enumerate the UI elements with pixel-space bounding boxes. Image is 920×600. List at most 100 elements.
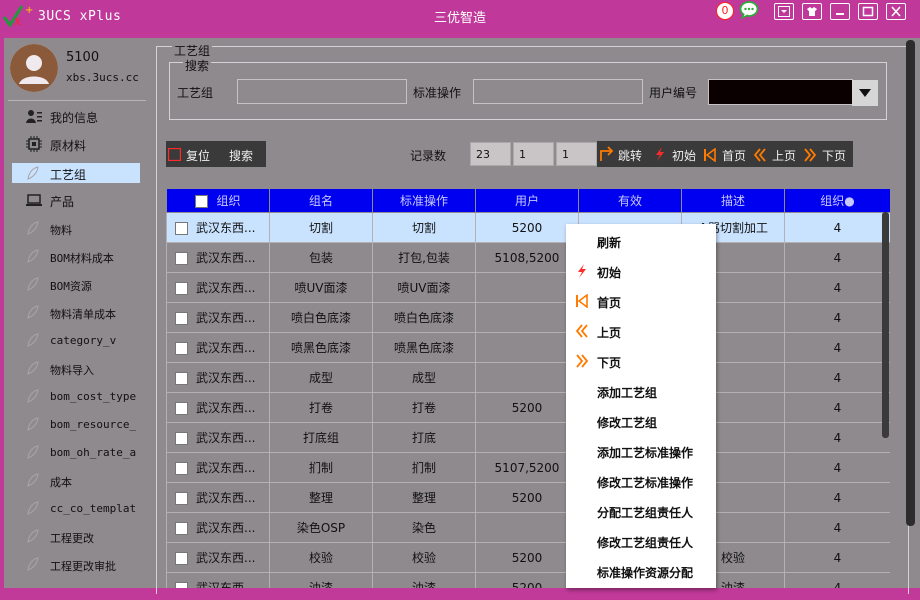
row-checkbox[interactable] <box>175 552 188 565</box>
cell-user[interactable] <box>475 422 579 453</box>
cell-user[interactable]: 5200 <box>475 482 579 513</box>
row-checkbox[interactable] <box>175 372 188 385</box>
context-menu-item[interactable]: 分配工艺组责任人 <box>566 496 716 526</box>
user-no-dropdown-button[interactable] <box>852 80 878 106</box>
cell-std-op[interactable]: 成型 <box>372 362 476 393</box>
cell-user[interactable] <box>475 512 579 543</box>
sidebar-item-engineering-change-approval[interactable]: 工程更改审批 <box>12 554 140 574</box>
cell-group-name[interactable]: 油漆 <box>269 572 373 588</box>
cell-org[interactable]: 武汉东西... <box>166 392 270 423</box>
cell-org-id[interactable]: 4 <box>784 272 890 303</box>
context-menu-item[interactable]: 修改工艺标准操作 <box>566 466 716 496</box>
cell-org[interactable]: 武汉东西... <box>166 512 270 543</box>
cell-std-op[interactable]: 打包,包装 <box>372 242 476 273</box>
row-checkbox[interactable] <box>175 222 188 235</box>
cell-org-id[interactable]: 4 <box>784 302 890 333</box>
cell-user[interactable]: 5200 <box>475 572 579 588</box>
first-page-button[interactable]: 首页 <box>722 147 746 164</box>
page-scrollbar[interactable] <box>906 40 915 526</box>
column-header-user[interactable]: 用户 <box>475 188 579 213</box>
table-row[interactable]: 武汉东西... 打卷 打卷 5200 4 <box>166 392 890 423</box>
sidebar-item-craft-group[interactable]: 工艺组 <box>12 163 140 183</box>
context-menu-item[interactable]: 首页 <box>566 286 716 316</box>
skin-button[interactable] <box>802 3 822 20</box>
cell-group-name[interactable]: 喷UV面漆 <box>269 272 373 303</box>
cell-group-name[interactable]: 成型 <box>269 362 373 393</box>
cell-org-id[interactable]: 4 <box>784 332 890 363</box>
cell-org[interactable]: 武汉东西... <box>166 482 270 513</box>
sidebar-item-bom-oh-rate[interactable]: bom_oh_rate_a <box>12 442 140 462</box>
cell-group-name[interactable]: 打卷 <box>269 392 373 423</box>
cell-org-id[interactable]: 4 <box>784 212 890 243</box>
row-checkbox[interactable] <box>175 282 188 295</box>
cell-group-name[interactable]: 整理 <box>269 482 373 513</box>
column-header-description[interactable]: 描述 <box>681 188 785 213</box>
row-checkbox[interactable] <box>175 432 188 445</box>
sidebar-item-bom-material-cost[interactable]: BOM材料成本 <box>12 246 140 266</box>
cell-org[interactable]: 武汉东西... <box>166 212 270 243</box>
next-page-button[interactable]: 下页 <box>822 147 846 164</box>
cell-user[interactable] <box>475 362 579 393</box>
context-menu-item[interactable]: 初始 <box>566 256 716 286</box>
column-header-group-name[interactable]: 组名 <box>269 188 373 213</box>
sidebar-item-material-import[interactable]: 物料导入 <box>12 358 140 378</box>
chat-icon[interactable] <box>739 1 759 19</box>
std-op-input[interactable] <box>473 79 643 104</box>
sidebar-item-raw-material[interactable]: 原材料 <box>12 134 140 154</box>
cell-org-id[interactable]: 4 <box>784 452 890 483</box>
cell-std-op[interactable]: 油漆 <box>372 572 476 588</box>
craft-group-input[interactable] <box>237 79 407 104</box>
table-row[interactable]: 武汉东西... 成型 成型 4 <box>166 362 890 393</box>
grid-scrollbar[interactable] <box>882 212 889 438</box>
cell-org[interactable]: 武汉东西... <box>166 362 270 393</box>
prev-page-button[interactable]: 上页 <box>772 147 796 164</box>
context-menu-item[interactable]: 添加工艺组 <box>566 376 716 406</box>
cell-org[interactable]: 武汉东西... <box>166 572 270 588</box>
context-menu-item[interactable]: 添加工艺标准操作 <box>566 436 716 466</box>
sidebar-item-engineering-change[interactable]: 工程更改 <box>12 526 140 546</box>
search-button[interactable]: 搜索 <box>229 147 253 164</box>
sidebar-item-bill-cost[interactable]: 物料清单成本 <box>12 302 140 322</box>
table-row[interactable]: 武汉东西... 喷白色底漆 喷白色底漆 4 <box>166 302 890 333</box>
sidebar-item-bom-resource-underscore[interactable]: bom_resource_ <box>12 414 140 434</box>
column-header-org[interactable]: 组织 <box>166 188 270 213</box>
cell-std-op[interactable]: 校验 <box>372 542 476 573</box>
cell-std-op[interactable]: 扪制 <box>372 452 476 483</box>
minimize-button[interactable] <box>830 3 850 20</box>
table-row[interactable]: 武汉东西... 油漆 油漆 5200 油漆 4 <box>166 572 890 588</box>
context-menu-item[interactable]: 刷新 <box>566 226 716 256</box>
cell-org[interactable]: 武汉东西... <box>166 452 270 483</box>
cell-group-name[interactable]: 打底组 <box>269 422 373 453</box>
dropdown-menu-button[interactable] <box>774 3 794 20</box>
cell-org-id[interactable]: 4 <box>784 242 890 273</box>
user-no-select[interactable] <box>708 79 853 105</box>
avatar[interactable] <box>10 44 58 92</box>
cell-org-id[interactable]: 4 <box>784 572 890 588</box>
cell-org[interactable]: 武汉东西... <box>166 422 270 453</box>
table-row[interactable]: 武汉东西... 扪制 扪制 5107,5200 4 <box>166 452 890 483</box>
cell-group-name[interactable]: 校验 <box>269 542 373 573</box>
context-menu-item[interactable]: 标准操作资源分配 <box>566 556 716 586</box>
row-checkbox[interactable] <box>175 582 188 588</box>
sidebar-item-material[interactable]: 物料 <box>12 218 140 238</box>
cell-org[interactable]: 武汉东西... <box>166 302 270 333</box>
select-all-checkbox[interactable] <box>195 195 209 208</box>
cell-std-op[interactable]: 打底 <box>372 422 476 453</box>
row-checkbox[interactable] <box>175 312 188 325</box>
context-menu-item[interactable]: 上页 <box>566 316 716 346</box>
cell-user[interactable]: 5200 <box>475 392 579 423</box>
cell-user[interactable]: 5200 <box>475 542 579 573</box>
sidebar-item-my-info[interactable]: 我的信息 <box>12 106 140 126</box>
table-row[interactable]: 武汉东西... 染色OSP 染色 4 <box>166 512 890 543</box>
cell-org-id[interactable]: 4 <box>784 542 890 573</box>
table-row[interactable]: 武汉东西... 整理 整理 5200 4 <box>166 482 890 513</box>
cell-org-id[interactable]: 4 <box>784 362 890 393</box>
cell-org-id[interactable]: 4 <box>784 392 890 423</box>
table-row[interactable]: 武汉东西... 切割 切割 5200 ^骂切割加工 4 <box>166 212 890 243</box>
cell-group-name[interactable]: 扪制 <box>269 452 373 483</box>
row-checkbox[interactable] <box>175 522 188 535</box>
column-header-valid[interactable]: 有效 <box>578 188 682 213</box>
jump-button[interactable]: 跳转 <box>618 147 642 164</box>
close-button[interactable] <box>886 3 906 20</box>
reset-button[interactable]: 复位 <box>186 147 210 164</box>
